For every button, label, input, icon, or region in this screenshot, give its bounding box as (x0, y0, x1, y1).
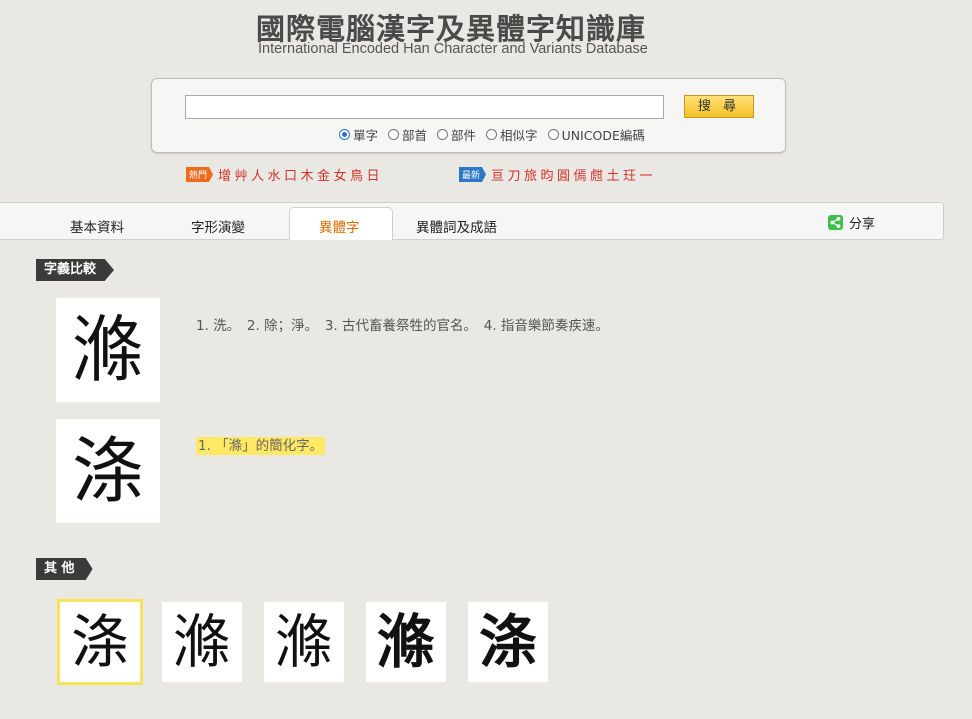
variant-thumb-selected[interactable]: 涤 (57, 599, 143, 685)
radio-icon (437, 129, 449, 140)
radio-icon (547, 129, 559, 140)
hot-characters[interactable]: 增艸人水口木金女鳥日 (218, 165, 383, 184)
new-badge: 最新 (459, 167, 487, 182)
share-button[interactable]: 分享 (828, 213, 875, 232)
radio-label: 部件 (451, 128, 477, 143)
tab-variants[interactable]: 異體字 (319, 216, 360, 236)
tab-variant-words[interactable]: 異體詞及成語 (416, 216, 497, 236)
radio-single-char[interactable]: 單字 (339, 125, 378, 144)
radio-component[interactable]: 部件 (437, 125, 476, 144)
radio-label: UNICODE編碼 (561, 128, 645, 143)
radio-label: 相似字 (500, 128, 538, 143)
variant-thumb[interactable]: 滌 (162, 602, 242, 682)
radio-radical[interactable]: 部首 (388, 125, 427, 144)
section-label-compare: 字義比較 (36, 259, 115, 281)
variant-thumb[interactable]: 滌 (264, 602, 344, 682)
meaning-text: 1. 「滌」的簡化字。 (196, 434, 326, 455)
share-label: 分享 (849, 217, 876, 232)
tab-basic-info[interactable]: 基本資料 (70, 216, 124, 236)
highlighted-meaning: 1. 「滌」的簡化字。 (196, 437, 326, 455)
share-icon (828, 215, 843, 230)
radio-icon (388, 129, 400, 140)
search-input[interactable] (185, 95, 664, 119)
new-characters[interactable]: 亘刀旅昀圓傿甝土玨一 (491, 165, 656, 184)
new-characters-row: 最新 亘刀旅昀圓傿甝土玨一 (459, 165, 656, 184)
hot-characters-row: 熱門 增艸人水口木金女鳥日 (186, 165, 383, 184)
variant-thumb[interactable]: 滌 (366, 602, 446, 682)
radio-selected-icon (339, 129, 350, 140)
radio-icon (486, 129, 498, 140)
radio-label: 部首 (402, 128, 428, 143)
search-mode-options: 單字 部首 部件 相似字 UNICODE編碼 (339, 125, 655, 144)
glyph-image: 滌 (56, 298, 160, 402)
meaning-text: 1. 洗。 2. 除；淨。 3. 古代畜養祭牲的官名。 4. 指音樂節奏疾速。 (196, 318, 609, 334)
radio-unicode[interactable]: UNICODE編碼 (547, 125, 645, 144)
site-subtitle[interactable]: International Encoded Han Character and … (258, 41, 648, 57)
radio-similar[interactable]: 相似字 (486, 125, 538, 144)
search-button[interactable]: 搜 尋 (684, 95, 754, 118)
radio-label: 單字 (353, 128, 379, 143)
hot-badge: 熱門 (186, 167, 214, 182)
glyph-image: 涤 (56, 419, 160, 523)
section-label-other: 其 他 (36, 558, 93, 580)
tab-glyph-evolution[interactable]: 字形演變 (191, 216, 245, 236)
variant-thumb[interactable]: 涤 (468, 602, 548, 682)
